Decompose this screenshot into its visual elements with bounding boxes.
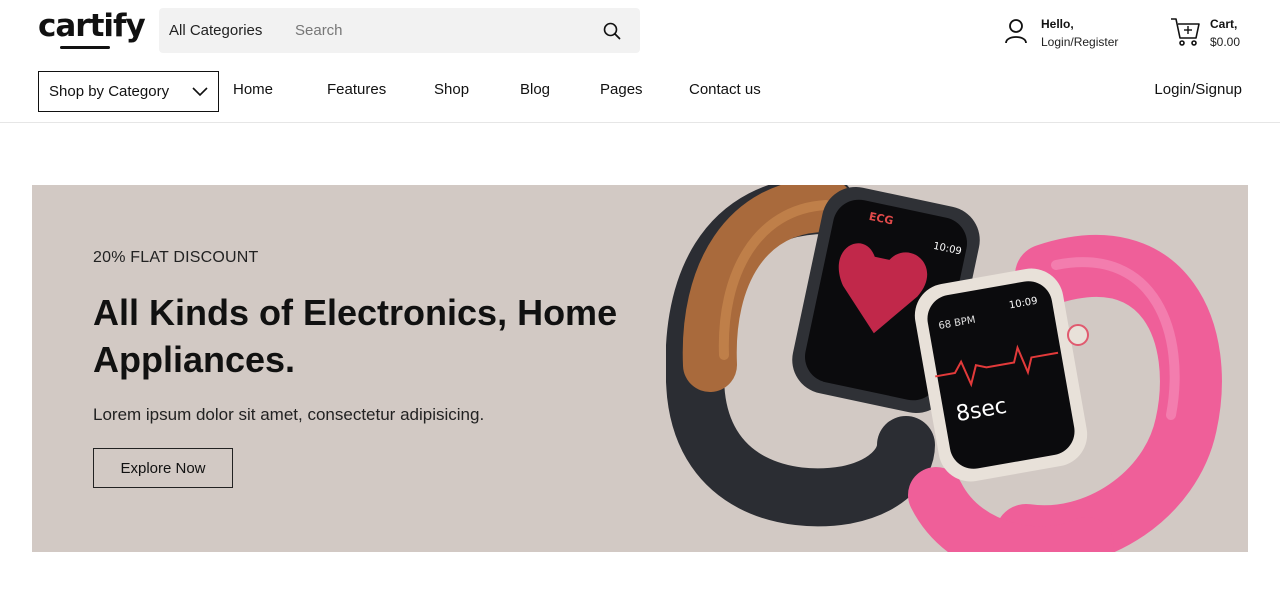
account-greeting: Hello, [1041,17,1074,31]
nav-pages[interactable]: Pages [600,81,643,98]
search-button[interactable] [597,18,627,44]
login-register-link[interactable]: Login/Register [1041,35,1118,49]
hero-banner: 20% FLAT DISCOUNT All Kinds of Electroni… [32,185,1248,552]
shop-by-category-dropdown[interactable]: Shop by Category [38,71,219,112]
explore-now-button[interactable]: Explore Now [93,448,233,488]
hero-description: Lorem ipsum dolor sit amet, consectetur … [93,405,485,424]
nav-shop[interactable]: Shop [434,81,469,98]
nav-blog[interactable]: Blog [520,81,550,98]
top-header: cartify All Categories Hello, Login/Regi… [0,0,1280,62]
hero-title: All Kinds of Electronics, Home Appliance… [93,292,618,380]
nav-contact-us[interactable]: Contact us [689,81,761,98]
cart-label: Cart, [1210,17,1238,31]
shop-by-category-label: Shop by Category [49,83,170,100]
account-link[interactable]: Hello, Login/Register [1004,14,1134,54]
search-category-select[interactable]: All Categories [169,8,262,53]
hero-discount-label: 20% FLAT DISCOUNT [93,249,259,266]
search-bar: All Categories [159,8,640,53]
chevron-down-icon [192,87,208,97]
cart-icon [1171,18,1200,46]
logo-underline [60,46,110,49]
search-input[interactable] [295,14,585,47]
search-icon [603,22,621,40]
logo[interactable]: cartify [38,8,146,44]
nav-login-signup[interactable]: Login/Signup [1154,81,1242,98]
cart-total: $0.00 [1210,35,1241,49]
smartwatch-product-image: ECG 10:09 68 BPM 10:09 8sec [666,185,1222,552]
user-icon [1005,19,1027,44]
main-nav: Shop by Category Home Features Shop Blog… [0,62,1280,123]
nav-features[interactable]: Features [327,81,386,98]
cart-link[interactable]: Cart, $0.00 [1170,14,1260,54]
nav-home[interactable]: Home [233,81,273,98]
